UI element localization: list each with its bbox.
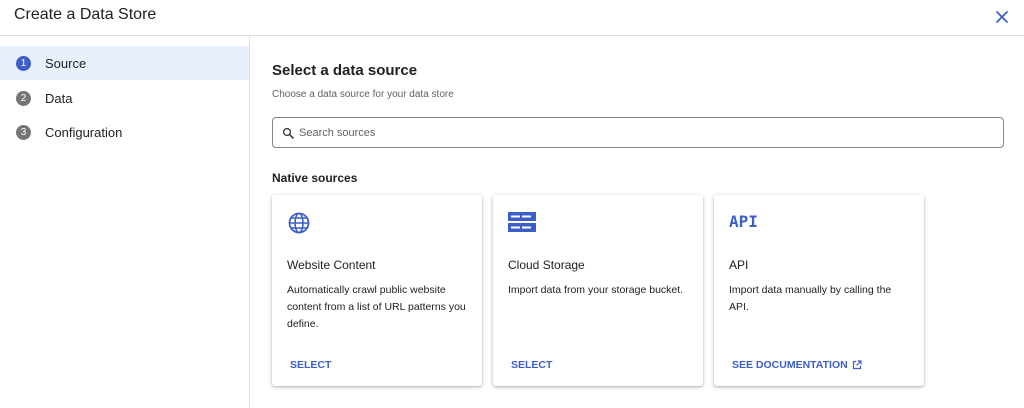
card-title: API [729,258,749,272]
action-label: SEE DOCUMENTATION [732,359,848,371]
section-title: Native sources [272,171,358,185]
card-description: Import data manually by calling the API. [729,284,892,313]
card-description: Import data from your storage bucket. [508,284,684,296]
step-number: 1 [16,55,31,71]
card-title: Website Content [287,258,376,272]
external-link-icon [852,360,862,370]
source-card-cloud-storage[interactable]: Cloud Storage Import data from your stor… [493,195,703,386]
dialog-header: Create a Data Store [0,0,1024,36]
source-card-api[interactable]: API API Import data manually by calling … [714,195,924,386]
step-configuration[interactable]: 3 Configuration [0,115,249,149]
globe-icon [287,211,311,240]
step-label: Source [45,55,87,71]
step-number: 2 [16,90,31,106]
step-label: Data [45,90,73,106]
step-data[interactable]: 2 Data [0,81,249,115]
search-box[interactable] [272,117,1004,148]
step-number: 3 [16,124,31,140]
action-label: SELECT [290,359,332,371]
action-label: SELECT [511,359,553,371]
close-button[interactable] [990,5,1014,29]
step-source[interactable]: 1 Source [0,46,249,80]
close-icon [996,11,1008,23]
step-label: Configuration [45,124,123,140]
page-title: Select a data source [272,62,418,79]
select-button[interactable]: SELECT [511,359,552,371]
storage-icon [508,211,536,238]
api-icon: API [729,212,758,231]
card-title: Cloud Storage [508,258,585,272]
source-card-website[interactable]: Website Content Automatically crawl publ… [272,195,482,386]
card-description: Automatically crawl public website conte… [287,284,466,330]
select-button[interactable]: SELECT [290,359,331,371]
page-subtitle: Choose a data source for your data store [272,89,454,100]
stepper-sidebar: 1 Source 2 Data 3 Configuration [0,36,250,408]
dialog-title: Create a Data Store [14,6,157,23]
see-documentation-link[interactable]: SEE DOCUMENTATION [732,359,862,371]
search-icon [282,127,294,139]
search-input[interactable] [299,126,989,139]
